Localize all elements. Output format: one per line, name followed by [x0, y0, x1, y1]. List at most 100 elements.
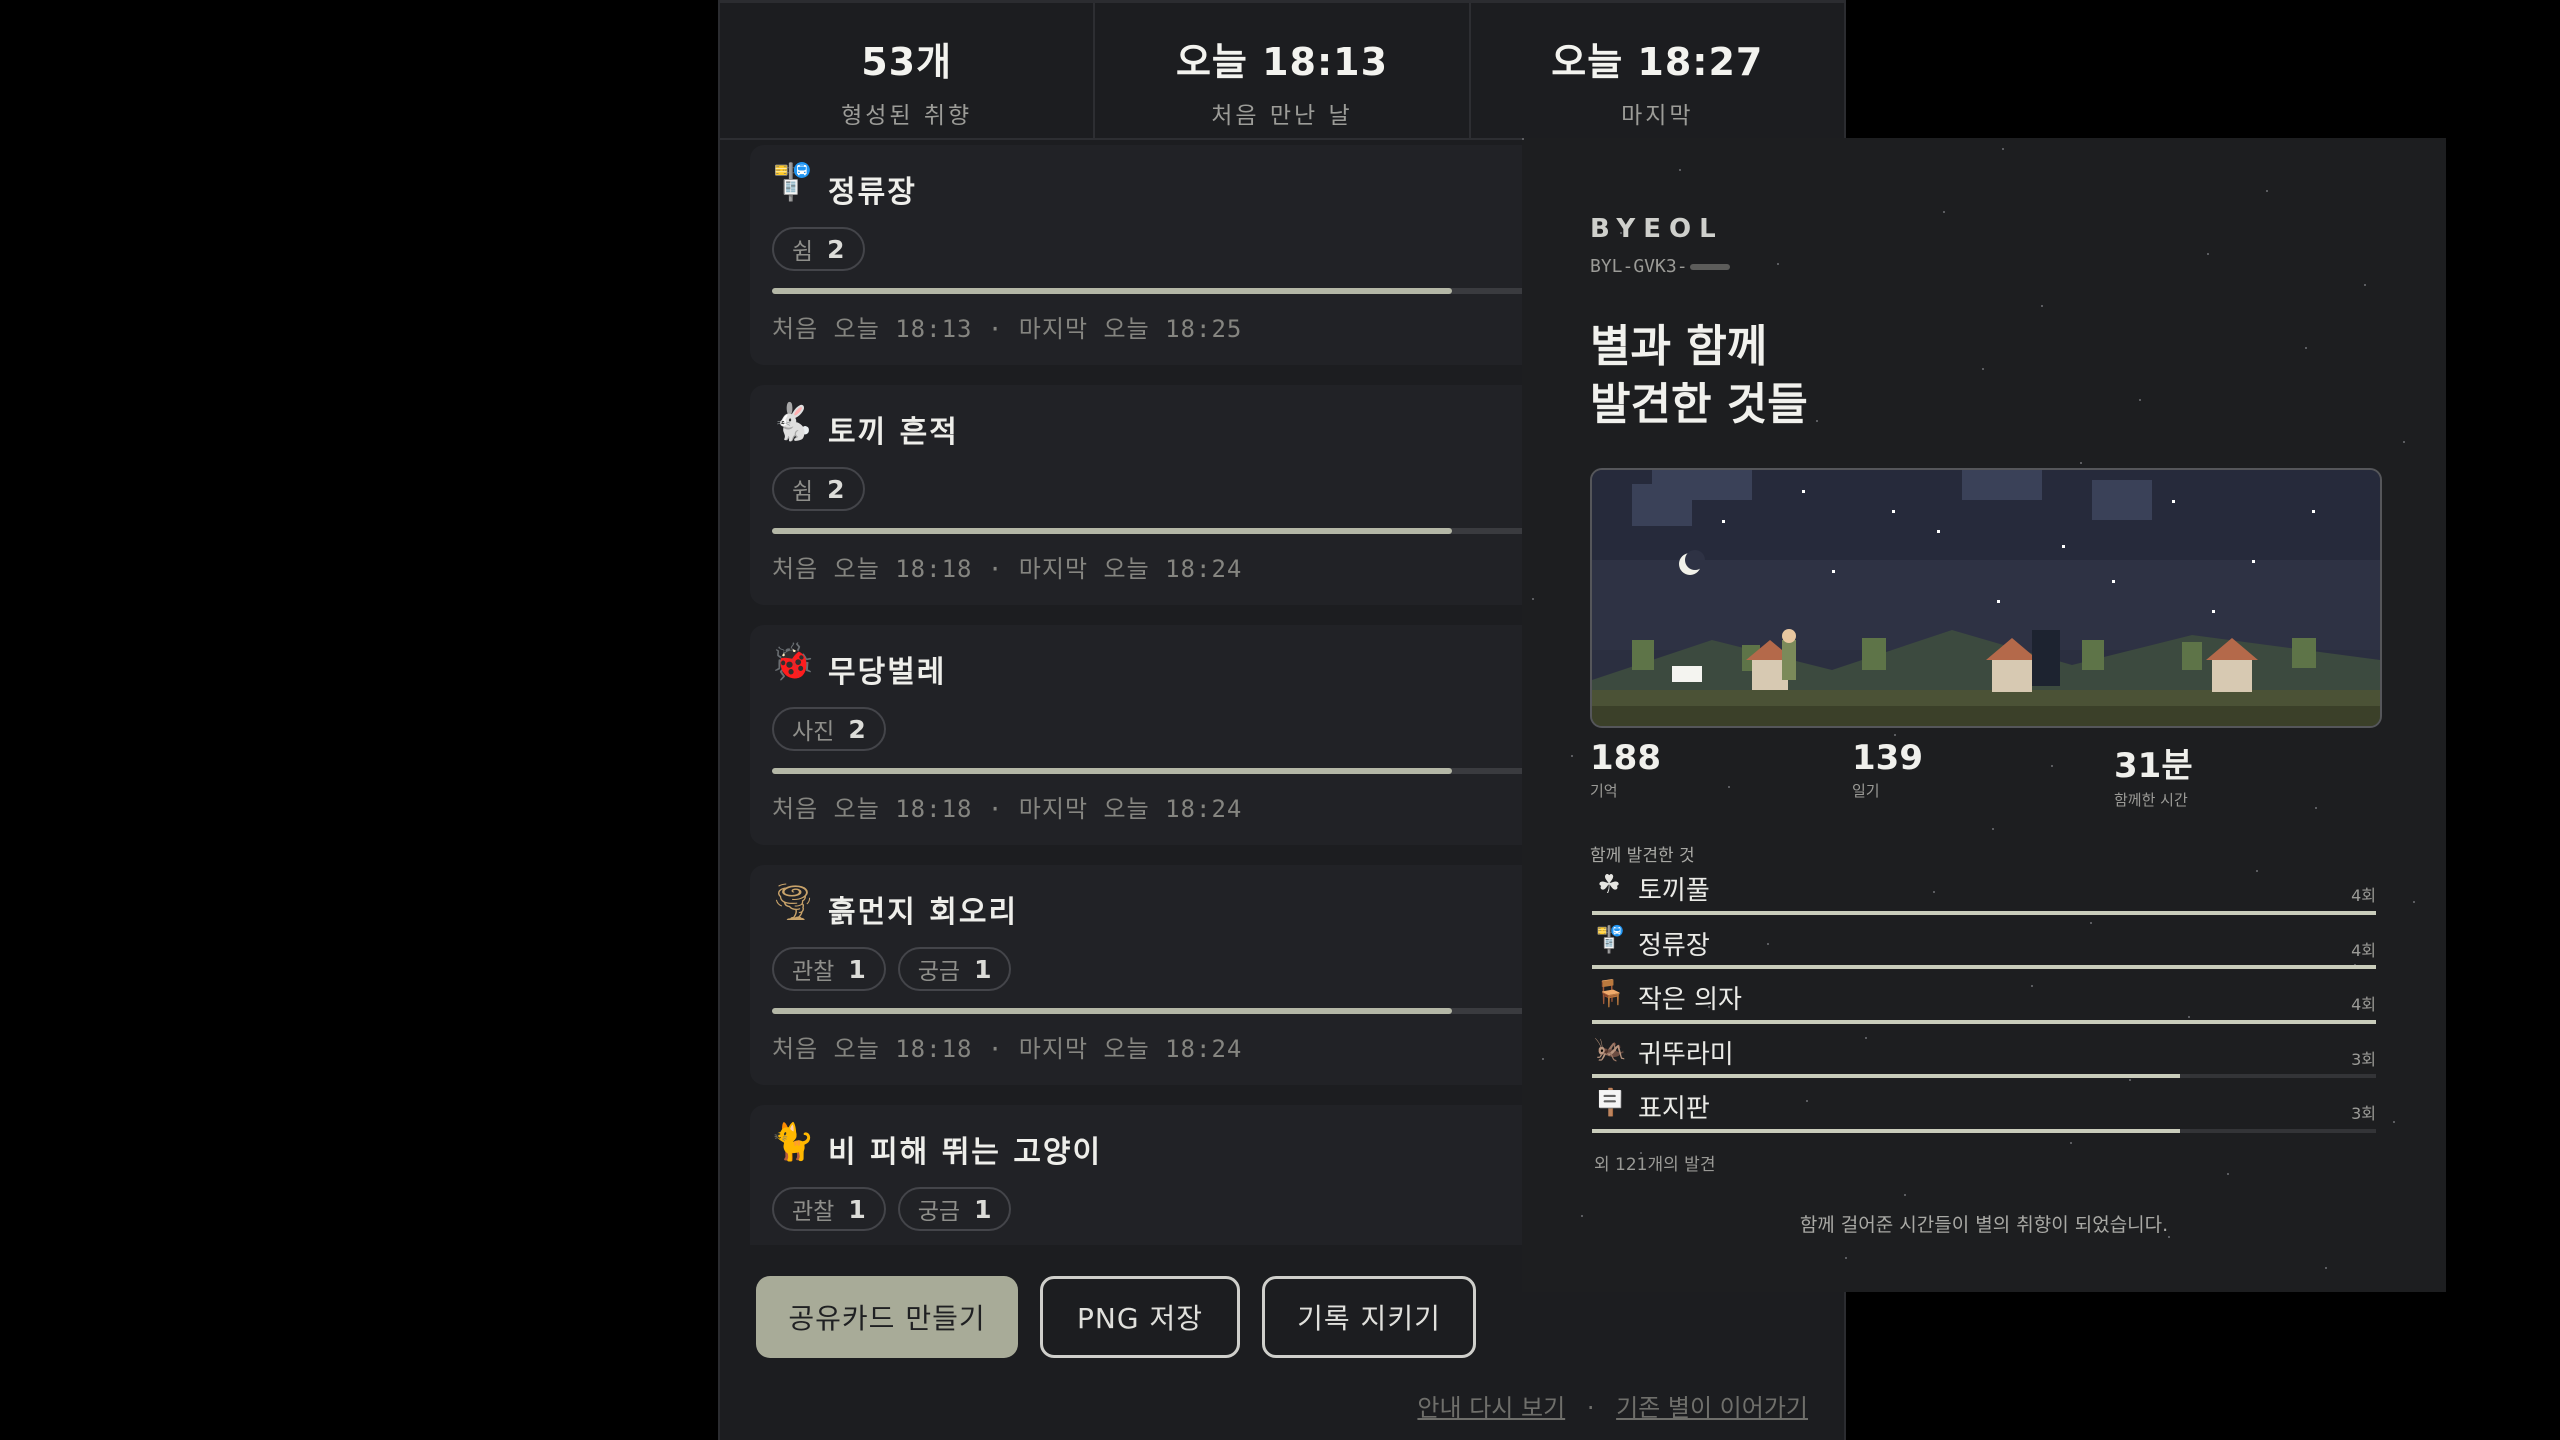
chip-group: 관찰 1 궁금 1 — [772, 947, 1012, 991]
make-share-card-button[interactable]: 공유카드 만들기 — [756, 1276, 1018, 1358]
activity-chip: 궁금 1 — [897, 1187, 1012, 1231]
found-label: 토끼풀 — [1638, 876, 1710, 906]
activity-chip: 관찰 1 — [772, 947, 886, 991]
chip-label: 관찰 — [792, 959, 835, 985]
chip-count: 1 — [848, 1194, 866, 1224]
card-stat-value: 139 — [1852, 738, 1923, 778]
stat-label: 마지막 — [1621, 103, 1694, 129]
pixel-night-scene — [1590, 468, 2382, 728]
found-bar-fill — [1592, 965, 2376, 969]
progress-fill — [772, 1008, 1453, 1014]
card-footer: 함께 걸어준 시간들이 별의 취향이 되었습니다. — [1799, 1214, 2169, 1236]
card-stat-memories: 188 기억 — [1590, 738, 1852, 810]
summary-stats: 53개 형성된 취향 오늘 18:13 처음 만난 날 오늘 18:27 마지막 — [720, 0, 1844, 140]
star-dot — [1532, 598, 1534, 600]
action-buttons: 공유카드 만들기 PNG 저장 기록 지키기 — [756, 1276, 1476, 1358]
discovery-title: 흙먼지 회오리 — [828, 895, 1019, 930]
progress-fill — [772, 528, 1453, 534]
chip-label: 궁금 — [917, 959, 961, 985]
chip-label: 관찰 — [792, 1199, 835, 1225]
discovery-times: 처음 오늘 18:18 · 마지막 오늘 18:24 — [772, 555, 1243, 583]
card-code-text: BYL-GVK3- — [1590, 256, 1688, 277]
stat-value: 53개 — [861, 40, 953, 84]
chip-count: 1 — [974, 954, 992, 984]
chip-group: 쉼2 — [772, 467, 865, 511]
stat-label: 처음 만난 날 — [1211, 103, 1353, 129]
star-dot — [2041, 305, 2043, 307]
star-dot — [2070, 1142, 2072, 1144]
found-bar-fill — [1592, 1074, 2180, 1078]
share-card: BYEOL BYL-GVK3- 별과 함께 발견한 것들 188 기억 139 … — [1522, 138, 2446, 1292]
card-stat-value: 188 — [1590, 738, 1661, 778]
star-dot — [2227, 1173, 2229, 1175]
continue-existing-link[interactable]: 기존 별이 이어가기 — [1616, 1394, 1808, 1422]
discovery-times: 처음 오늘 18:13 · 마지막 오늘 18:25 — [772, 315, 1243, 343]
bus-stop-icon: 🚏 — [1594, 924, 1627, 955]
chip-label: 쉼 — [792, 239, 814, 265]
chip-count: 1 — [974, 1194, 992, 1224]
found-row: 🪑 작은 의자 4회 — [1592, 973, 2378, 1028]
star-dot — [1777, 263, 1779, 265]
star-dot — [2364, 284, 2366, 286]
card-code: BYL-GVK3- — [1590, 256, 1730, 277]
star-dot — [1571, 755, 1573, 757]
star-dot — [1943, 211, 1945, 213]
found-bar — [1592, 1128, 2376, 1133]
star-dot — [1542, 1058, 1544, 1060]
card-stat-time: 31분 함께한 시간 — [2114, 738, 2376, 810]
found-list: ☘ 토끼풀 4회 🚏 정류장 4회 🪑 작은 의자 4회 🦗 귀뚜라미 3회 🪧 표지판 3회 — [1592, 864, 2378, 1137]
keep-record-button[interactable]: 기록 지키기 — [1262, 1276, 1476, 1358]
card-stat-diaries: 139 일기 — [1852, 738, 2114, 810]
png-save-button[interactable]: PNG 저장 — [1040, 1276, 1240, 1358]
activity-chip: 궁금 1 — [897, 947, 1012, 991]
cat-icon: 🐈 — [770, 1122, 815, 1163]
guide-again-link[interactable]: 안내 다시 보기 — [1417, 1394, 1565, 1422]
tornado-icon: 🌪 — [770, 882, 816, 923]
chip-count: 2 — [827, 234, 845, 264]
chip-group: 관찰 1 궁금 1 — [772, 1187, 1012, 1231]
stat-value: 오늘 18:27 — [1551, 40, 1764, 84]
star-dot — [1982, 368, 1984, 370]
discovery-title: 무당벌레 — [828, 655, 947, 690]
code-mask — [1689, 264, 1730, 270]
found-row: ☘ 토끼풀 4회 — [1592, 864, 2378, 919]
found-row: 🦗 귀뚜라미 3회 — [1592, 1028, 2378, 1083]
star-dot — [2002, 148, 2004, 150]
chair-icon: 🪑 — [1594, 979, 1627, 1009]
found-bar — [1592, 1019, 2376, 1024]
stat-last: 오늘 18:27 마지막 — [1471, 3, 1844, 138]
card-headline: 별과 함께 발견한 것들 — [1590, 318, 1808, 434]
star-dot — [1904, 1194, 1906, 1196]
activity-chip: 사진 2 — [772, 707, 886, 751]
found-row: 🪧 표지판 3회 — [1592, 1082, 2378, 1137]
brand-name: BYEOL — [1590, 214, 1724, 244]
star-dot — [2266, 190, 2268, 192]
star-dot — [2305, 347, 2307, 349]
card-stat-label: 기억 — [1590, 782, 1618, 800]
star-dot — [1816, 420, 1818, 422]
star-dot — [1679, 169, 1681, 171]
discovery-times: 처음 오늘 18:18 · 마지막 오늘 18:24 — [772, 795, 1243, 823]
star-dot — [2393, 1121, 2395, 1123]
found-bar — [1592, 910, 2376, 915]
star-dot — [2139, 399, 2141, 401]
chip-count: 2 — [827, 474, 845, 504]
chip-count: 2 — [848, 714, 866, 744]
discovery-title: 정류장 — [828, 175, 917, 210]
star-dot — [1845, 1257, 1847, 1259]
card-stat-value: 31분 — [2114, 746, 2193, 786]
progress-fill — [772, 768, 1453, 774]
chip-label: 사진 — [792, 719, 835, 745]
found-count: 3회 — [2351, 1104, 2376, 1123]
star-dot — [2325, 1267, 2327, 1269]
chip-count: 1 — [848, 954, 866, 984]
progress-fill — [772, 288, 1453, 294]
discovery-times: 처음 오늘 18:18 · 마지막 오늘 18:24 — [772, 1035, 1243, 1063]
star-dot — [1894, 734, 1896, 736]
rabbit-icon: 🐇 — [770, 402, 815, 443]
chip-label: 쉼 — [792, 479, 814, 505]
signboard-icon: 🪧 — [1594, 1088, 1627, 1118]
found-bar — [1592, 965, 2376, 969]
found-bar — [1592, 1074, 2376, 1078]
found-label: 작은 의자 — [1638, 985, 1742, 1015]
